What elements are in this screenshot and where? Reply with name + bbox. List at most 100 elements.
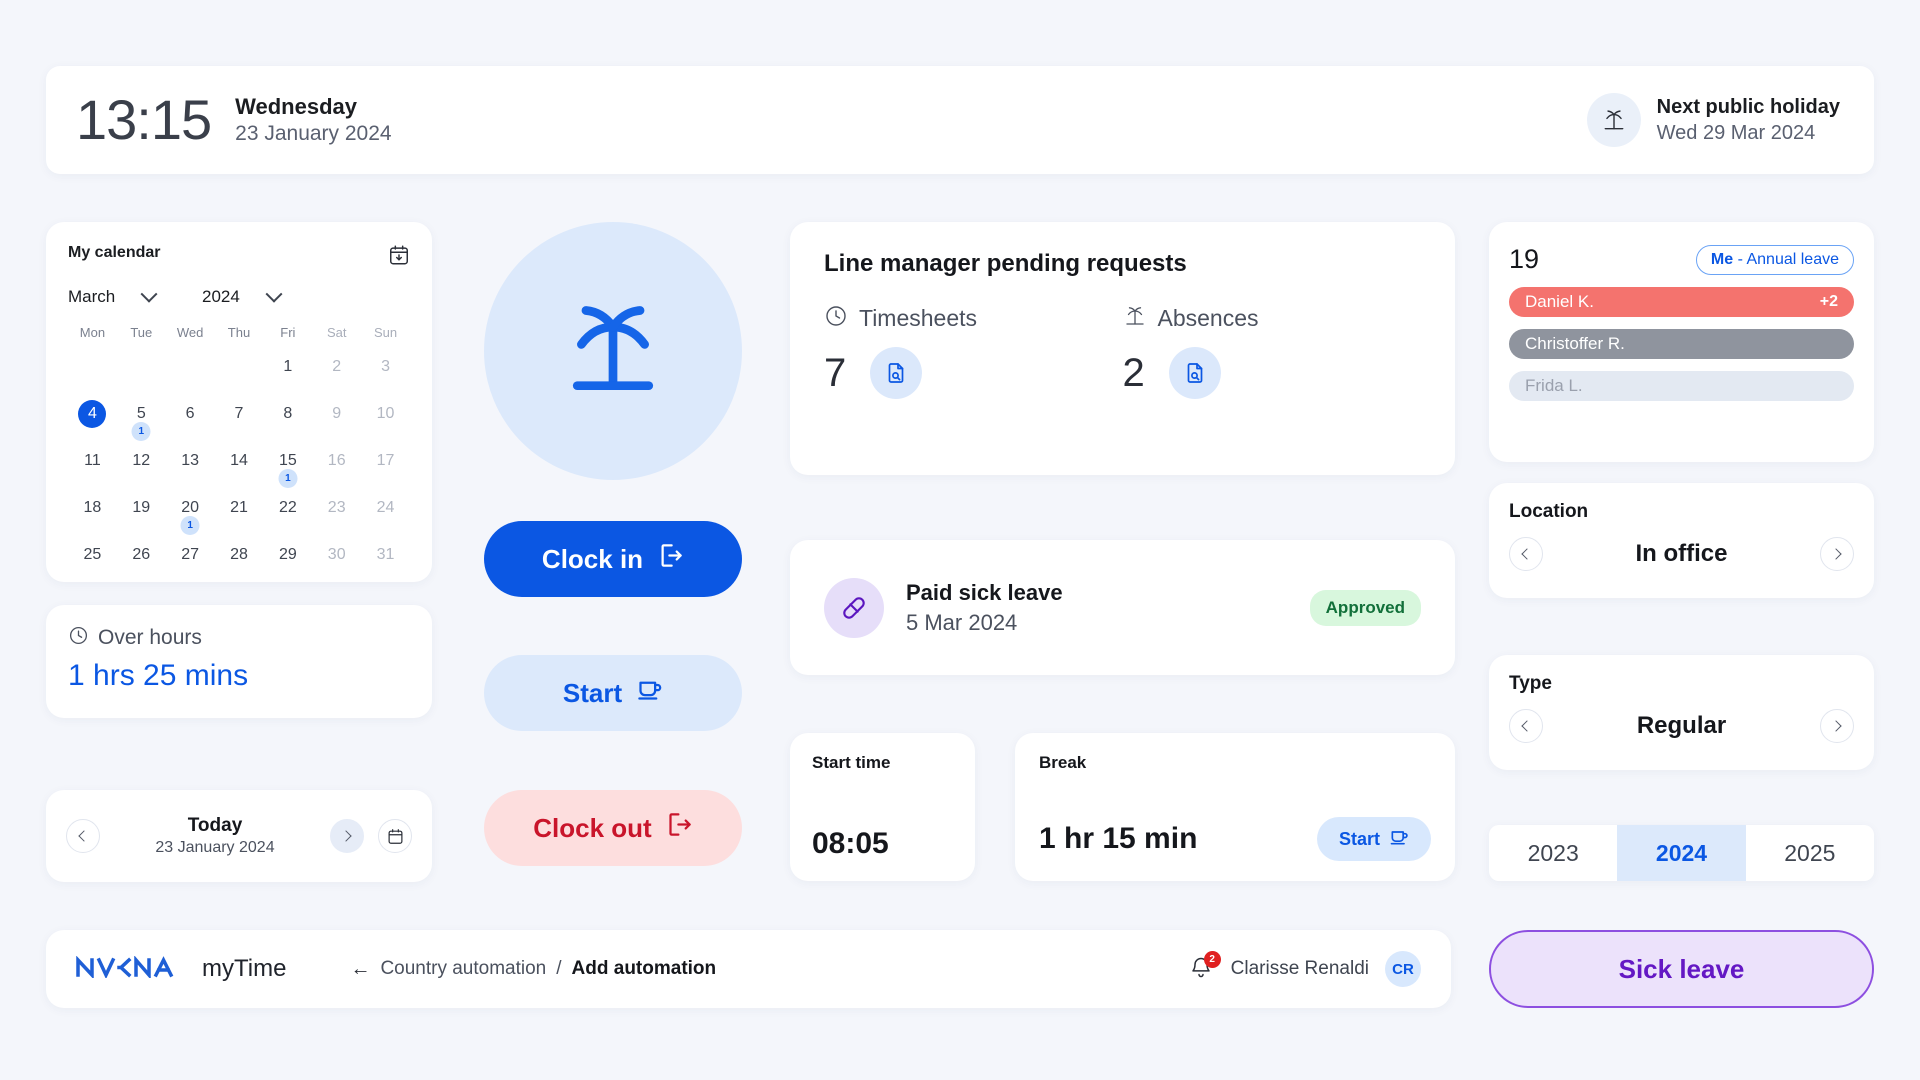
paid-sick-leave-card[interactable]: Paid sick leave 5 Mar 2024 Approved [790,540,1455,675]
calendar-title: My calendar [68,244,161,261]
calendar-day-cell[interactable]: 24 [361,489,410,536]
calendar-day-number: 29 [278,546,297,563]
over-hours-header: Over hours [68,625,410,651]
sign-out-icon [666,811,693,845]
today-navigator-card: Today 23 January 2024 [46,790,432,882]
calendar-day-cell[interactable]: 20 1 [166,489,215,536]
calendar-dow-sat: Sat [326,325,347,340]
type-next-button[interactable] [1820,709,1854,743]
calendar-day-cell[interactable]: 19 [117,489,166,536]
team-leave-row[interactable]: Daniel K. +2 [1509,287,1854,317]
calendar-day-number: 1 [283,358,293,375]
calendar-day-cell[interactable]: 3 [361,348,410,395]
type-label: Type [1509,673,1552,694]
break-value: 1 hr 15 min [1039,822,1198,855]
calendar-day-cell[interactable]: 13 [166,442,215,489]
calendar-day-cell[interactable]: 18 [68,489,117,536]
document-search-icon[interactable] [870,347,923,399]
calendar-day-cell[interactable]: 27 [166,536,215,583]
type-card: Type Regular [1489,655,1874,770]
calendar-day-cell[interactable]: 15 1 [263,442,312,489]
bottom-bar: myTime ← Country automation / Add automa… [46,930,1451,1008]
calendar-day-number: 17 [376,452,395,469]
today-prev-button[interactable] [66,819,100,853]
calendar-dow-tue: Tue [130,325,153,340]
sick-leave-button[interactable]: Sick leave [1489,930,1874,1008]
type-stepper: Regular [1509,709,1854,743]
location-next-button[interactable] [1820,537,1854,571]
break-start-button[interactable]: Start [1316,817,1431,861]
arrow-left-icon[interactable]: ← [350,958,370,981]
annual-leave-tag[interactable]: Me - Annual leave [1695,244,1854,275]
year-option-2024[interactable]: 2024 [1617,825,1746,881]
calendar-day-cell[interactable]: 8 [263,395,312,442]
clock-out-button[interactable]: Clock out [484,790,742,866]
calendar-day-cell[interactable]: 22 [263,489,312,536]
annual-leave-tag-bold: Me [1710,250,1734,268]
calendar-day-cell[interactable]: 12 [117,442,166,489]
avatar[interactable]: CR [1385,951,1421,987]
calendar-day-cell[interactable]: 2 [312,348,361,395]
calendar-month-select[interactable]: March [68,285,198,307]
team-leave-row[interactable]: Christoffer R. [1509,329,1854,359]
calendar-day-cell[interactable]: 17 [361,442,410,489]
team-leave-person-name: Christoffer R. [1525,334,1625,353]
calendar-day-cell[interactable]: 21 [215,489,264,536]
calendar-day-cell[interactable]: 7 [215,395,264,442]
next-holiday-text: Next public holiday Wed 29 Mar 2024 [1657,94,1840,146]
bell-icon[interactable]: 2 [1189,951,1221,983]
pending-requests-card: Line manager pending requests Timesheets… [790,222,1455,475]
location-prev-button[interactable] [1509,537,1543,571]
current-time: 13:15 [76,88,212,151]
calendar-day-cell[interactable]: 11 [68,442,117,489]
breadcrumb-parent[interactable]: Country automation [380,958,546,980]
today-next-button[interactable] [330,819,364,853]
type-prev-button[interactable] [1509,709,1543,743]
team-leave-row[interactable]: Frida L. [1509,371,1854,401]
calendar-day-cell[interactable]: 23 [312,489,361,536]
pending-absences-body: 2 [1123,347,1422,399]
calendar-day-cell[interactable]: 1 [263,348,312,395]
calendar-day-cell[interactable]: 51 [117,395,166,442]
calendar-day-cell[interactable]: 25 [68,536,117,583]
calendar-day-cell[interactable]: 26 [117,536,166,583]
chevron-down-icon [265,285,283,303]
calendar-day-number: 31 [376,546,395,563]
calendar-day-number: 30 [327,546,346,563]
calendar-download-icon[interactable] [388,244,410,271]
year-option-2023[interactable]: 2023 [1489,825,1618,881]
calendar-dow-thu: Thu [227,325,251,340]
year-option-2025[interactable]: 2025 [1745,825,1874,881]
calendar-year-select[interactable]: 2024 [202,285,322,307]
palm-tree-icon [558,294,668,409]
calendar-day-number: 4 [78,400,107,428]
calendar-period-selectors: March 2024 [68,285,410,307]
team-leave-card: 19 Me - Annual leave Daniel K. +2 Christof… [1489,222,1874,462]
calendar-day-number: 3 [381,358,391,375]
calendar-day-cell[interactable]: 6 [166,395,215,442]
calendar-day-cell[interactable]: 31 [361,536,410,583]
start-break-button[interactable]: Start [484,655,742,731]
clock-in-button[interactable]: Clock in [484,521,742,597]
start-time-value: 08:05 [812,827,889,860]
document-search-icon[interactable] [1168,347,1221,399]
break-label: Break [1039,753,1087,772]
calendar-day-cell[interactable]: 28 [215,536,264,583]
location-label: Location [1509,501,1589,522]
calendar-day-number: 21 [230,499,248,516]
palm-tree-icon [1123,304,1147,333]
over-hours-label: Over hours [98,626,202,649]
calendar-day-cell[interactable]: 16 [312,442,361,489]
clock-icon [68,625,89,651]
calendar-day-cell[interactable]: 14 [215,442,264,489]
calendar-day-cell[interactable]: 4 [68,395,117,442]
calendar-day-number: 2 [332,358,342,375]
calendar-day-cell[interactable]: 29 [263,536,312,583]
today-open-calendar-button[interactable] [378,819,412,853]
calendar-day-cell[interactable]: 9 [312,395,361,442]
pending-requests-title: Line manager pending requests [824,250,1187,277]
calendar-day-cell[interactable]: 30 [312,536,361,583]
calendar-empty-cell [117,348,166,395]
bottom-bar-right: 2 Clarisse Renaldi CR [1189,951,1421,987]
calendar-day-cell[interactable]: 10 [361,395,410,442]
